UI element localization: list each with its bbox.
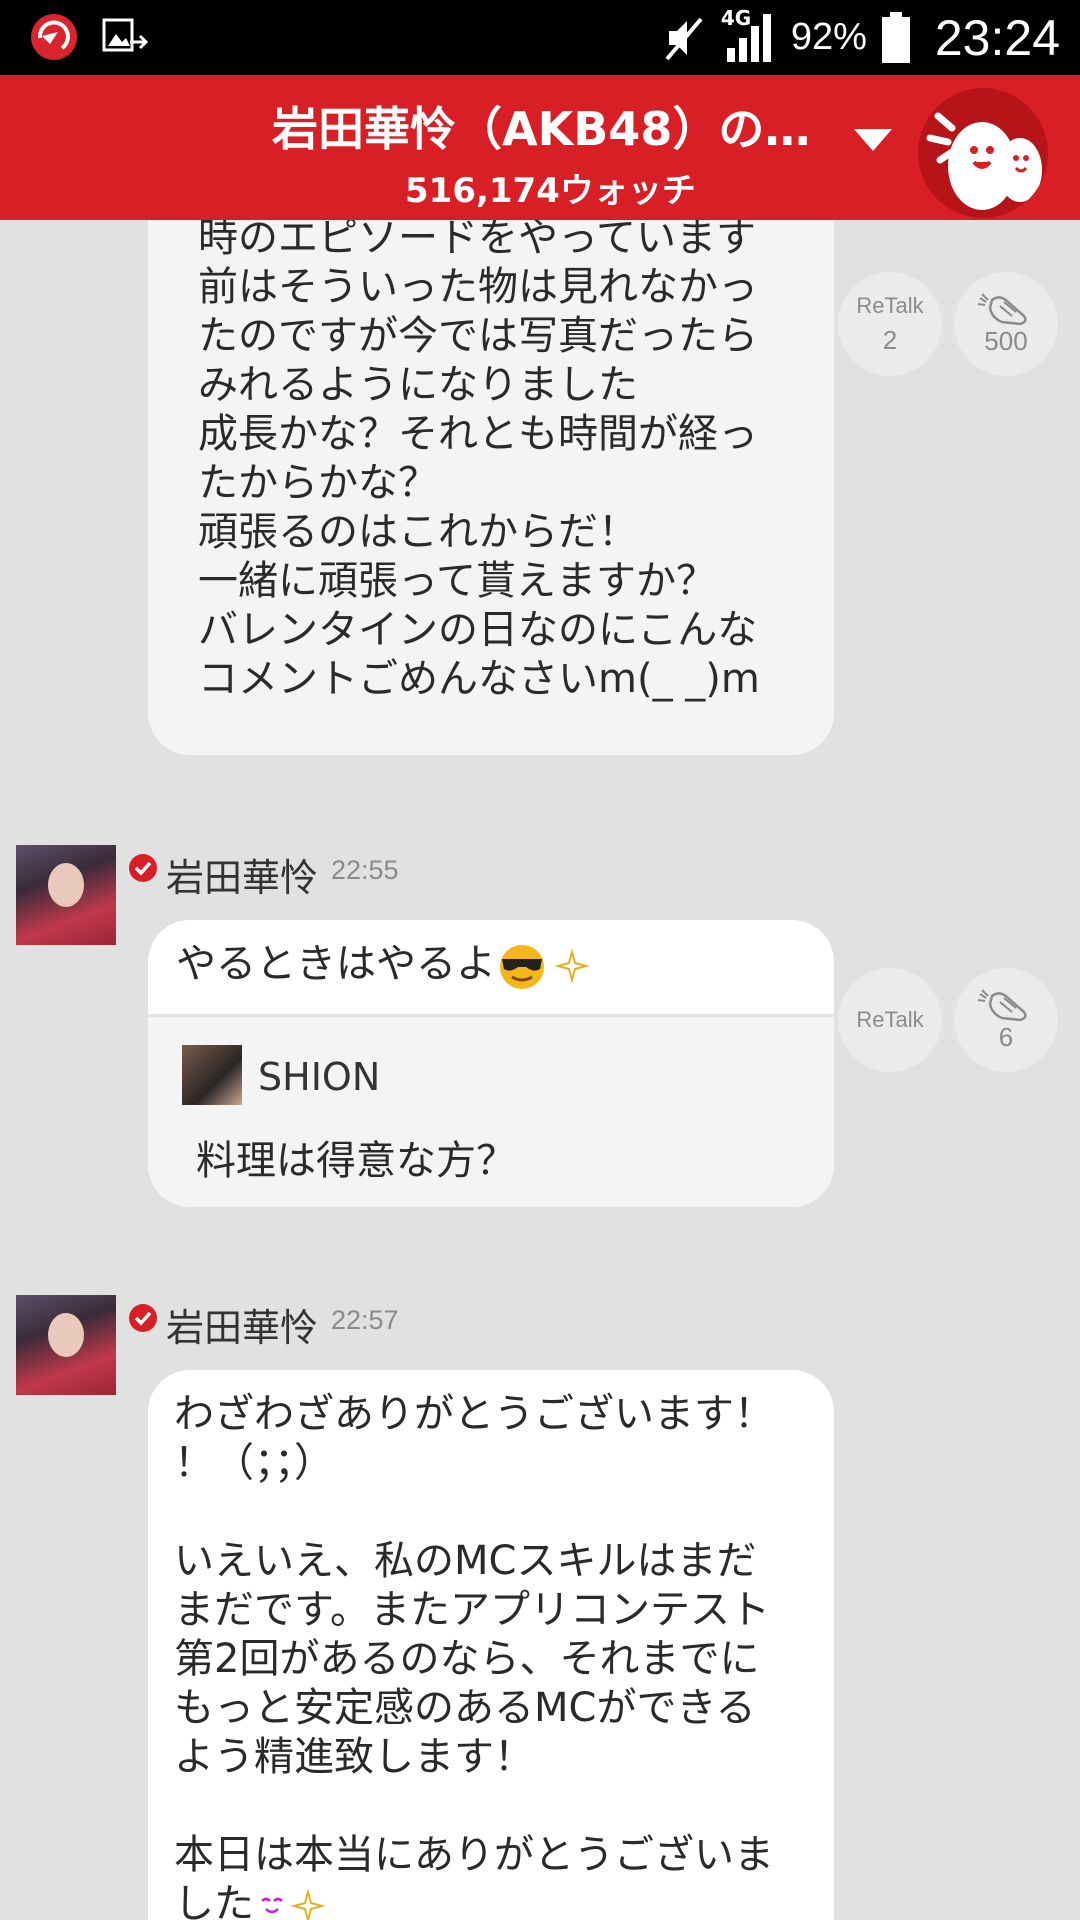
message-actions: ReTalk 2 500 (838, 272, 1058, 376)
verified-check-icon (129, 1304, 157, 1332)
sparkles-icon (290, 1888, 326, 1920)
clock: 23:24 (934, 9, 1060, 66)
message-text: 時のエピソードをやっています 前はそういった物は見れなかっ たのですが今では写真… (198, 220, 760, 702)
sparkles-icon (554, 948, 590, 984)
mascot-icon (926, 112, 1042, 210)
clap-count: 500 (984, 325, 1028, 356)
battery-icon (881, 11, 910, 63)
chevron-down-icon[interactable] (848, 113, 898, 163)
username[interactable]: 岩田華怜 (166, 847, 318, 902)
app-header: 岩田華怜（AKB48）の… 516,174ウォッチ (0, 75, 1080, 220)
avatar[interactable] (16, 845, 116, 945)
username[interactable]: 岩田華怜 (166, 1297, 318, 1352)
gallery-notification-icon (102, 18, 149, 52)
clap-icon (977, 292, 1027, 325)
retalk-button[interactable]: ReTalk (838, 968, 942, 1072)
mute-icon (665, 17, 703, 60)
retalk-label: ReTalk (856, 292, 924, 318)
sunglasses-emoji-icon (500, 945, 544, 989)
timestamp: 22:57 (331, 1305, 399, 1335)
retalk-label: ReTalk (856, 1007, 924, 1032)
avatar[interactable] (182, 1045, 242, 1105)
message-bubble: 時のエピソードをやっています 前はそういった物は見れなかっ たのですが今では写真… (148, 220, 834, 755)
message-text: わざわざありがとうございます！ ！（；；） いえいえ、私のMCスキルはまだ まだ… (174, 1391, 774, 1920)
quote-username: SHION (258, 1055, 381, 1099)
message-actions: ReTalk 6 (838, 968, 1058, 1072)
message-text: やるときはやるよ (176, 941, 496, 987)
battery-percent: 92% (790, 16, 867, 58)
clap-icon (977, 988, 1027, 1021)
timestamp: 22:55 (331, 855, 399, 885)
clap-count: 6 (998, 1021, 1014, 1052)
retalk-count: 2 (882, 324, 898, 355)
talk-title[interactable]: 岩田華怜（AKB48）の… (272, 93, 810, 159)
chat-timeline[interactable]: 時のエピソードをやっています 前はそういった物は見れなかっ たのですが今では写真… (0, 220, 1080, 1920)
message-bubble: やるときはやるよ SHION 料理は得意な方？ (148, 920, 834, 1207)
message-bubble: わざわざありがとうございます！ ！（；；） いえいえ、私のMCスキルはまだ まだ… (148, 1370, 834, 1920)
quoted-comment[interactable]: SHION 料理は得意な方？ (148, 1017, 834, 1207)
mascot-button[interactable] (918, 88, 1048, 218)
verified-check-icon (129, 854, 157, 882)
status-bar: 4G 92% 23:24 (0, 0, 1080, 75)
avatar[interactable] (16, 1295, 116, 1395)
face-emoji-icon (261, 1897, 283, 1914)
app-notification-icon (31, 14, 77, 60)
signal-icon: 4G (721, 6, 777, 66)
message-body: やるときはやるよ (148, 920, 834, 1014)
clap-button[interactable]: 6 (954, 968, 1058, 1072)
watch-count: 516,174ウォッチ (405, 171, 696, 211)
status-right: 4G 92% 23:24 (663, 0, 1060, 75)
clap-button[interactable]: 500 (954, 272, 1058, 376)
retalk-button[interactable]: ReTalk 2 (838, 272, 942, 376)
quote-text: 料理は得意な方？ (196, 1138, 516, 1184)
